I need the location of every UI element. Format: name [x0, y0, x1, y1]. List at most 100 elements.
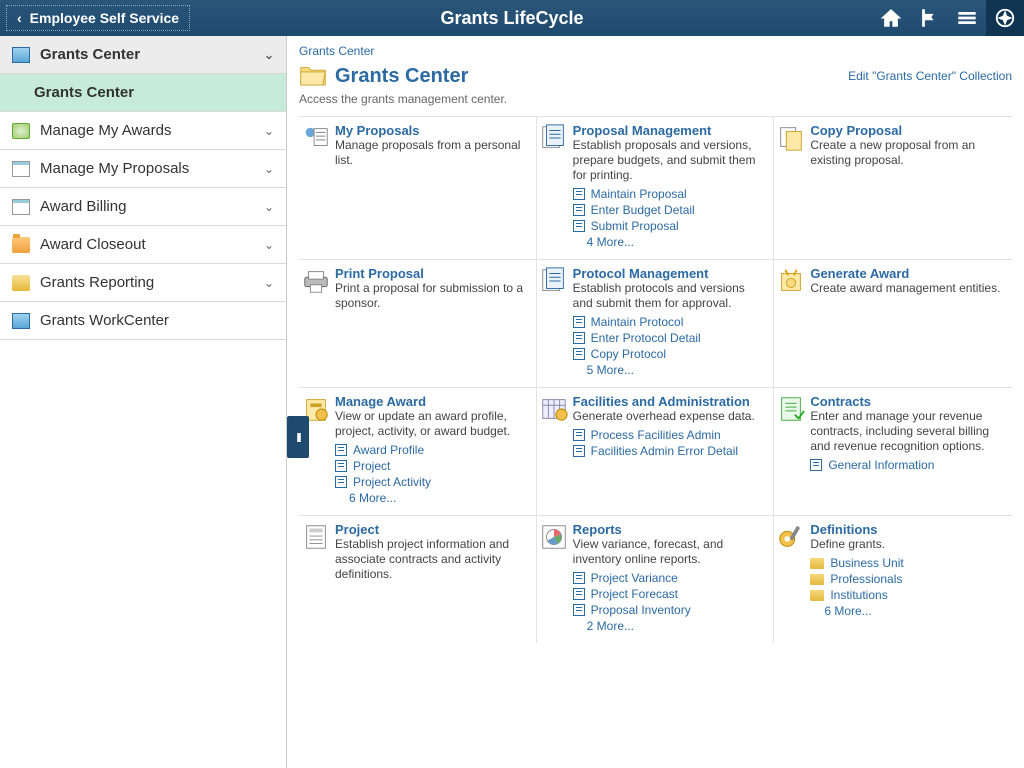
tile-title[interactable]: Manage Award	[335, 394, 530, 409]
list-icon	[335, 476, 347, 488]
tile-more-link[interactable]: 4 More...	[587, 235, 768, 249]
workcenter-icon	[12, 313, 30, 329]
tile-sublinks: Business Unit Professionals Institutions	[810, 556, 1006, 602]
tile-icon	[539, 266, 569, 296]
back-label: Employee Self Service	[30, 10, 179, 26]
list-icon	[573, 572, 585, 584]
tile-more-link[interactable]: 6 More...	[824, 604, 1006, 618]
tile-sublink-label: Institutions	[830, 588, 887, 602]
sidebar-top-label: Grants Center	[40, 46, 140, 63]
tile-sublink[interactable]: Award Profile	[335, 443, 530, 457]
tile-title[interactable]: Definitions	[810, 522, 1006, 537]
tile-sublink[interactable]: Project	[335, 459, 530, 473]
folder-open-icon	[299, 64, 327, 88]
tile-sublink-label: Submit Proposal	[591, 219, 679, 233]
tile-sublink[interactable]: Maintain Protocol	[573, 315, 768, 329]
tile-sublink-label: Process Facilities Admin	[591, 428, 721, 442]
tile-sublink[interactable]: Enter Budget Detail	[573, 203, 768, 217]
tile-sublink[interactable]: Process Facilities Admin	[573, 428, 768, 442]
compass-icon[interactable]	[986, 0, 1024, 36]
breadcrumb[interactable]: Grants Center	[299, 44, 1012, 58]
chevron-down-icon: ⌄	[264, 124, 274, 138]
flag-icon[interactable]	[910, 0, 948, 36]
tile: My ProposalsManage proposals from a pers…	[299, 116, 537, 259]
tile-more-link[interactable]: 6 More...	[349, 491, 530, 505]
tile-desc: Establish protocols and versions and sub…	[573, 281, 768, 311]
list-icon	[573, 604, 585, 616]
tile-sublinks: General Information	[810, 458, 1006, 472]
content-area: Grants Center Grants Center Edit "Grants…	[287, 36, 1024, 768]
tile-title[interactable]: Reports	[573, 522, 768, 537]
sidebar-top-grants-center[interactable]: Grants Center ⌄	[0, 36, 286, 74]
tile-title[interactable]: Copy Proposal	[810, 123, 1006, 138]
tile-sublink[interactable]: Proposal Inventory	[573, 603, 768, 617]
sidebar-item-label: Grants Reporting	[40, 274, 154, 291]
tile: Protocol ManagementEstablish protocols a…	[537, 259, 775, 387]
sidebar-item-manage-my-proposals[interactable]: Manage My Proposals ⌄	[0, 150, 286, 188]
tile-sublink[interactable]: General Information	[810, 458, 1006, 472]
content-subtitle: Access the grants management center.	[299, 92, 1012, 106]
tile-title[interactable]: Protocol Management	[573, 266, 768, 281]
tile-sublink[interactable]: Business Unit	[810, 556, 1006, 570]
chevron-down-icon: ⌄	[264, 238, 274, 252]
tile-more-link[interactable]: 2 More...	[587, 619, 768, 633]
menu-icon[interactable]	[948, 0, 986, 36]
tile-title[interactable]: Contracts	[810, 394, 1006, 409]
tile: ReportsView variance, forecast, and inve…	[537, 515, 775, 643]
tile-desc: Establish proposals and versions, prepar…	[573, 138, 768, 183]
home-icon[interactable]	[872, 0, 910, 36]
tile: Copy ProposalCreate a new proposal from …	[774, 116, 1012, 259]
tile-icon	[776, 394, 806, 424]
tile: DefinitionsDefine grants. Business Unit Pr…	[774, 515, 1012, 643]
tile-icon	[301, 266, 331, 296]
tile-desc: Define grants.	[810, 537, 1006, 552]
tile-title[interactable]: Facilities and Administration	[573, 394, 768, 409]
sidebar: Grants Center ⌄ Grants Center Manage My …	[0, 36, 287, 768]
tile-icon	[539, 522, 569, 552]
tile-sublink[interactable]: Project Forecast	[573, 587, 768, 601]
tile-desc: Manage proposals from a personal list.	[335, 138, 530, 168]
tile-icon	[776, 522, 806, 552]
sidebar-sub-grants-center[interactable]: Grants Center	[0, 74, 286, 112]
back-button[interactable]: ‹ Employee Self Service	[6, 5, 190, 31]
tile-sublink[interactable]: Facilities Admin Error Detail	[573, 444, 768, 458]
sidebar-collapse-toggle[interactable]: II	[287, 416, 309, 458]
sidebar-item-grants-reporting[interactable]: Grants Reporting ⌄	[0, 264, 286, 302]
tile-desc: Create award management entities.	[810, 281, 1006, 296]
tile-sublink[interactable]: Professionals	[810, 572, 1006, 586]
sidebar-item-label: Manage My Proposals	[40, 160, 189, 177]
tile-sublinks: Maintain Protocol Enter Protocol Detail Co…	[573, 315, 768, 361]
tile-sublink-label: Professionals	[830, 572, 902, 586]
tile-sublink-label: Facilities Admin Error Detail	[591, 444, 738, 458]
tile-desc: Create a new proposal from an existing p…	[810, 138, 1006, 168]
chevron-left-icon: ‹	[17, 10, 22, 26]
edit-collection-link[interactable]: Edit "Grants Center" Collection	[848, 69, 1012, 83]
sidebar-item-grants-workcenter[interactable]: Grants WorkCenter	[0, 302, 286, 340]
tile-more-link[interactable]: 5 More...	[587, 363, 768, 377]
tile-sublink[interactable]: Project Variance	[573, 571, 768, 585]
sidebar-item-award-billing[interactable]: Award Billing ⌄	[0, 188, 286, 226]
tile-sublink[interactable]: Institutions	[810, 588, 1006, 602]
tile-sublink-label: Project	[353, 459, 390, 473]
tile-sublink[interactable]: Copy Protocol	[573, 347, 768, 361]
tile-desc: View or update an award profile, project…	[335, 409, 530, 439]
tile-sublink[interactable]: Project Activity	[335, 475, 530, 489]
tile-sublink[interactable]: Submit Proposal	[573, 219, 768, 233]
tile-grid: My ProposalsManage proposals from a pers…	[299, 116, 1012, 643]
tile-title[interactable]: Generate Award	[810, 266, 1006, 281]
tile-title[interactable]: Proposal Management	[573, 123, 768, 138]
tile-sublink[interactable]: Maintain Proposal	[573, 187, 768, 201]
sidebar-item-manage-my-awards[interactable]: Manage My Awards ⌄	[0, 112, 286, 150]
tile-title[interactable]: Project	[335, 522, 530, 537]
tile-title[interactable]: My Proposals	[335, 123, 530, 138]
sidebar-item-label: Award Billing	[40, 198, 126, 215]
chevron-down-icon: ⌄	[264, 48, 274, 62]
tile-sublink[interactable]: Enter Protocol Detail	[573, 331, 768, 345]
content-title: Grants Center	[335, 65, 468, 88]
tile-sublink-label: Project Activity	[353, 475, 431, 489]
sidebar-item-award-closeout[interactable]: Award Closeout ⌄	[0, 226, 286, 264]
tile-icon	[539, 394, 569, 424]
tile-title[interactable]: Print Proposal	[335, 266, 530, 281]
list-icon	[573, 588, 585, 600]
tile-sublink-label: Business Unit	[830, 556, 903, 570]
